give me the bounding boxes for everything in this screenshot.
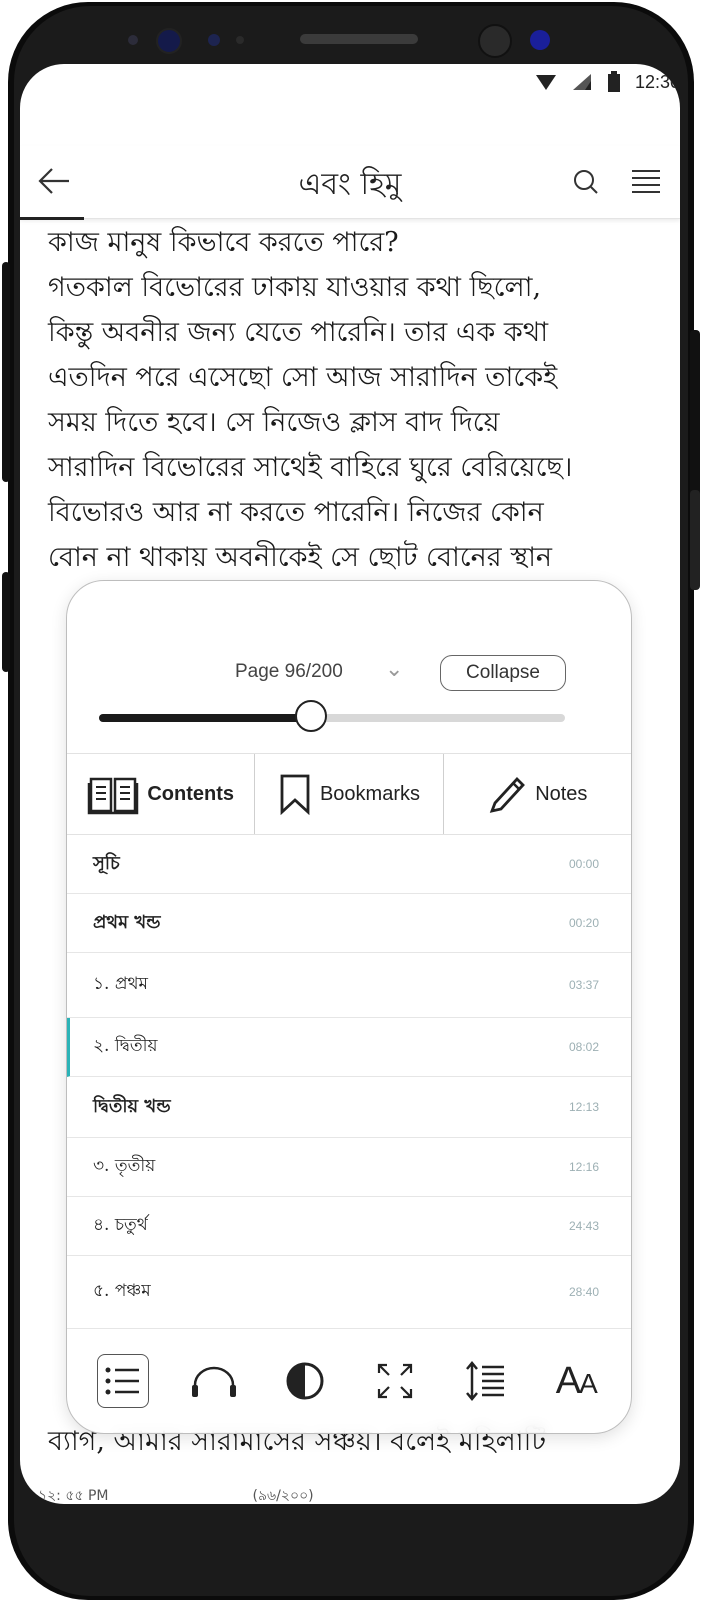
toc-item-label: ৫. পঞ্চম: [93, 1281, 151, 1301]
contrast-icon: [286, 1362, 324, 1400]
fullscreen-icon: [378, 1363, 413, 1399]
toc-item-time: 00:00: [568, 857, 599, 871]
audio-button[interactable]: [189, 1355, 239, 1407]
page-slider-fill: [99, 714, 312, 722]
status-bar: 12:30: [535, 64, 680, 100]
toc-item-active[interactable]: ২. দ্বিতীয় 08:02: [67, 1018, 631, 1077]
bookmark-icon: [280, 774, 310, 815]
front-camera: [156, 28, 182, 54]
line-spacing-button[interactable]: [460, 1355, 510, 1407]
navigation-panel: Page 96/200 ⌄ Collapse Contents Bookmark…: [66, 580, 632, 1434]
power-button: [690, 330, 700, 510]
sensor-dot: [128, 35, 138, 45]
book-open-icon: [88, 777, 139, 815]
page-slider-thumb[interactable]: [295, 700, 328, 732]
side-button-lower: [690, 490, 700, 590]
font-size-icon: AA: [555, 1359, 598, 1402]
toc-item[interactable]: সূচি 00:00: [67, 835, 631, 894]
toc-item-time: 24:43: [568, 1219, 599, 1233]
toc-item-time: 08:02: [568, 1040, 599, 1054]
footer-time: ১২: ৫৫ PM: [38, 1488, 109, 1504]
toc-item[interactable]: ৩. তৃতীয় 12:16: [67, 1138, 631, 1197]
panel-tabs: Contents Bookmarks Notes: [67, 753, 631, 835]
toc-item[interactable]: ৫. পঞ্চম 28:40: [67, 1256, 631, 1329]
text-line: বিভোরও আর না করতে পারেনি। নিজের কোন: [48, 497, 544, 528]
toc-item[interactable]: দ্বিতীয় খন্ড 12:13: [67, 1077, 631, 1138]
battery-icon: [607, 71, 620, 92]
iris-scanner: [478, 24, 512, 58]
tab-notes[interactable]: Notes: [442, 754, 631, 834]
toc-item[interactable]: ১. প্রথম 03:37: [67, 953, 631, 1018]
text-line: সারাদিন বিভোরের সাথেই বাহিরে ঘুরে বেরিয়…: [48, 452, 573, 483]
pencil-icon: [489, 776, 526, 813]
search-icon[interactable]: [572, 168, 600, 196]
line-spacing-icon: [466, 1361, 505, 1401]
contents-list-button[interactable]: [97, 1354, 150, 1408]
tab-notes-label: Notes: [535, 782, 588, 805]
list-icon: [105, 1367, 140, 1395]
screen: 12:30 এবং হিমু কাজ মানুষ কিভাবে করতে পার…: [20, 64, 680, 1504]
menu-icon[interactable]: [630, 168, 662, 194]
text-line: কাজ মানুষ কিভাবে করতে পারে?: [48, 227, 399, 258]
wifi-icon: [535, 75, 556, 90]
earpiece-speaker: [300, 34, 418, 44]
toc-item-label: ৪. চতুর্থ: [93, 1215, 148, 1235]
text-line: বোন না থাকায় অবনীকেই সে ছোট বোনের স্থান: [48, 542, 553, 573]
toc-item-label: প্রথম খন্ড: [93, 911, 161, 933]
toc-item-label: ৩. তৃতীয়: [93, 1156, 156, 1176]
sensor-dot: [236, 36, 244, 44]
fullscreen-button[interactable]: [370, 1355, 420, 1407]
side-key: [2, 572, 10, 672]
reader-footer: ১২: ৫৫ PM (৯৬/২০০): [38, 1484, 314, 1504]
tab-contents[interactable]: Contents: [67, 754, 254, 834]
sensor-dot: [208, 34, 220, 46]
toc-item-time: 28:40: [568, 1285, 599, 1299]
app-bar: এবং হিমু: [20, 146, 680, 220]
contents-list: সূচি 00:00 প্রথম খন্ড 00:20 ১. প্রথম 03:…: [67, 835, 631, 1329]
toc-item[interactable]: ৪. চতুর্থ 24:43: [67, 1197, 631, 1256]
reader-toolbar: AA: [67, 1341, 631, 1421]
toc-item-time: 12:13: [568, 1100, 599, 1114]
tab-bookmarks[interactable]: Bookmarks: [254, 754, 442, 834]
status-time: 12:30: [634, 71, 680, 92]
toc-item-time: 03:37: [568, 978, 599, 992]
toc-item-label: সূচি: [93, 852, 120, 874]
tab-contents-label: Contents: [147, 782, 234, 805]
text-line: সময় দিতে হবে। সে নিজেও ক্লাস বাদ দিয়ে: [48, 407, 500, 438]
text-line: কিন্তু অবনীর জন্য যেতে পারেনি। তার এক কথ…: [48, 317, 549, 348]
iris-led: [530, 30, 550, 50]
collapse-button[interactable]: Collapse: [440, 655, 566, 691]
page-slider[interactable]: [99, 700, 565, 732]
text-line: এতদিন পরে এসেছো সো আজ সারাদিন তাকেই: [48, 362, 558, 393]
theme-button[interactable]: [280, 1355, 330, 1407]
tab-bookmarks-label: Bookmarks: [319, 782, 420, 805]
toc-item-time: 00:20: [568, 916, 599, 930]
toc-item-label: ১. প্রথম: [93, 974, 148, 994]
footer-page: (৯৬/২০০): [252, 1488, 314, 1504]
reader-text: কাজ মানুষ কিভাবে করতে পারে? গতকাল বিভোরে…: [48, 220, 668, 580]
toc-item-time: 12:16: [568, 1160, 599, 1174]
font-size-button[interactable]: AA: [551, 1355, 601, 1407]
chevron-down-icon[interactable]: ⌄: [385, 657, 403, 682]
signal-icon: [572, 74, 591, 90]
headphones-icon: [192, 1366, 237, 1397]
page-indicator: Page 96/200: [235, 661, 343, 682]
text-line: গতকাল বিভোরের ঢাকায় যাওয়ার কথা ছিলো,: [48, 272, 542, 303]
toc-item-label: দ্বিতীয় খন্ড: [93, 1095, 171, 1117]
toc-item-label: ২. দ্বিতীয়: [93, 1036, 158, 1056]
toc-item[interactable]: প্রথম খন্ড 00:20: [67, 894, 631, 953]
volume-button: [2, 262, 10, 482]
